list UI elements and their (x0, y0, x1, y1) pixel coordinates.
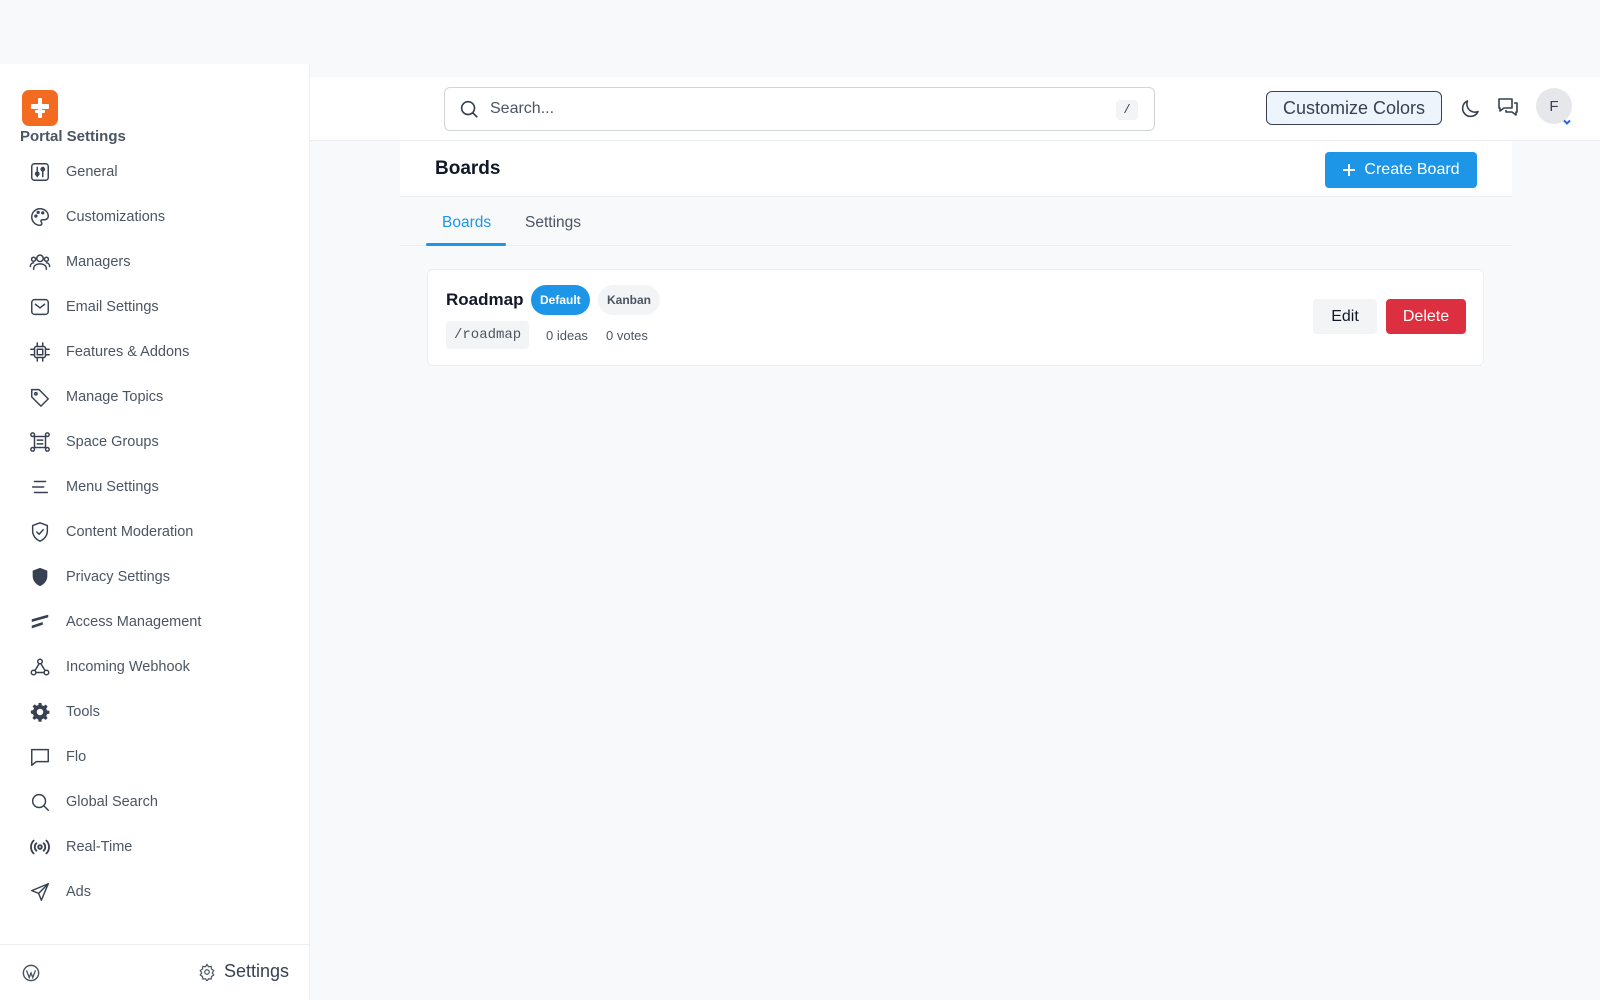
dark-mode-toggle[interactable] (1458, 97, 1482, 121)
sidebar-item-general[interactable]: General (18, 154, 288, 190)
delete-board-button[interactable]: Delete (1386, 299, 1466, 334)
sidebar-item-tools[interactable]: Tools (18, 694, 288, 730)
sidebar-item-label: Real-Time (66, 839, 133, 855)
shield-check-icon (28, 520, 52, 544)
moon-icon (1461, 100, 1479, 118)
topbar: / Customize Colors F (310, 77, 1600, 141)
sidebar-item-features-addons[interactable]: Features & Addons (18, 334, 288, 370)
sidebar-footer: Settings (0, 944, 309, 1000)
palette-icon (28, 205, 52, 229)
frame-icon (28, 430, 52, 454)
sidebar-item-menu-settings[interactable]: Menu Settings (18, 469, 288, 505)
sidebar-item-access-management[interactable]: Access Management (18, 604, 288, 640)
sidebar-item-label: Space Groups (66, 434, 159, 450)
gear-icon (199, 962, 215, 981)
gear-icon (28, 700, 52, 724)
sidebar-item-label: Email Settings (66, 299, 159, 315)
send-icon (28, 880, 52, 904)
plus-icon (1343, 164, 1356, 176)
sidebar-item-label: Flo (66, 749, 87, 765)
logo-icon (31, 98, 49, 118)
webhook-icon (28, 655, 52, 679)
sidebar-item-label: Access Management (66, 614, 202, 630)
sidebar-item-email-settings[interactable]: Email Settings (18, 289, 288, 325)
search-icon (460, 100, 478, 118)
sidebar: Portal Settings General Customizations M… (0, 64, 310, 1000)
sidebar-item-label: Incoming Webhook (66, 659, 190, 675)
sidebar-item-label: Ads (66, 884, 91, 900)
sidebar-item-flo[interactable]: Flo (18, 739, 288, 775)
sidebar-item-label: Global Search (66, 794, 158, 810)
app-logo[interactable] (22, 90, 58, 126)
sidebar-item-incoming-webhook[interactable]: Incoming Webhook (18, 649, 288, 685)
wordpress-icon[interactable] (22, 964, 40, 982)
active-tab-indicator (426, 243, 506, 246)
chat-icon (1498, 98, 1518, 116)
create-board-label: Create Board (1364, 161, 1460, 178)
sidebar-item-privacy-settings[interactable]: Privacy Settings (18, 559, 288, 595)
board-slug: /roadmap (446, 321, 530, 349)
sidebar-item-label: Manage Topics (66, 389, 164, 405)
broadcast-icon (28, 835, 52, 859)
menu-lines-icon (28, 475, 52, 499)
sidebar-item-label: Features & Addons (66, 344, 190, 360)
search-icon (28, 790, 52, 814)
sidebar-item-label: Privacy Settings (66, 569, 170, 585)
access-icon (28, 610, 52, 634)
search-input[interactable] (490, 100, 1070, 118)
customize-colors-button[interactable]: Customize Colors (1266, 91, 1442, 125)
board-votes-count: 0 votes (606, 328, 648, 343)
tab-boards[interactable]: Boards (442, 214, 491, 232)
sliders-icon (28, 160, 52, 184)
chat-button[interactable] (1496, 95, 1520, 119)
sidebar-item-managers[interactable]: Managers (18, 244, 288, 280)
page-title: Boards (435, 158, 501, 179)
footer-settings-label: Settings (223, 961, 289, 981)
message-square-icon (28, 745, 52, 769)
page-header: Boards Create Board (400, 141, 1512, 197)
tag-icon (28, 385, 52, 409)
footer-settings-button[interactable]: Settings (198, 961, 289, 982)
sidebar-item-label: Menu Settings (66, 479, 159, 495)
edit-board-button[interactable]: Edit (1313, 299, 1377, 334)
tab-bar: Boards Settings (400, 198, 1512, 246)
sidebar-heading: Portal Settings (20, 128, 126, 145)
sidebar-item-label: Managers (66, 254, 131, 270)
sidebar-item-label: General (66, 164, 118, 180)
board-name: Roadmap (446, 290, 524, 309)
board-card: Roadmap Default Kanban /roadmap 0 ideas … (427, 269, 1484, 366)
users-icon (28, 250, 52, 274)
search-box[interactable]: / (444, 87, 1155, 131)
sidebar-item-label: Tools (66, 704, 100, 720)
sidebar-item-customizations[interactable]: Customizations (18, 199, 288, 235)
shield-icon (28, 565, 52, 589)
chip-icon (28, 340, 52, 364)
create-board-button[interactable]: Create Board (1325, 152, 1477, 188)
layout-badge: Kanban (598, 285, 661, 315)
sidebar-item-manage-topics[interactable]: Manage Topics (18, 379, 288, 415)
sidebar-item-label: Content Moderation (66, 524, 194, 540)
chevron-down-icon[interactable] (1562, 114, 1572, 125)
sidebar-item-global-search[interactable]: Global Search (18, 784, 288, 820)
sidebar-item-content-moderation[interactable]: Content Moderation (18, 514, 288, 550)
sidebar-item-label: Customizations (66, 209, 166, 225)
tab-settings[interactable]: Settings (525, 214, 581, 232)
sidebar-item-space-groups[interactable]: Space Groups (18, 424, 288, 460)
mail-icon (28, 295, 52, 319)
sidebar-item-real-time[interactable]: Real-Time (18, 829, 288, 865)
search-shortcut-key: / (1116, 100, 1138, 120)
board-ideas-count: 0 ideas (546, 328, 588, 343)
default-badge: Default (531, 285, 590, 315)
sidebar-item-ads[interactable]: Ads (18, 874, 288, 910)
